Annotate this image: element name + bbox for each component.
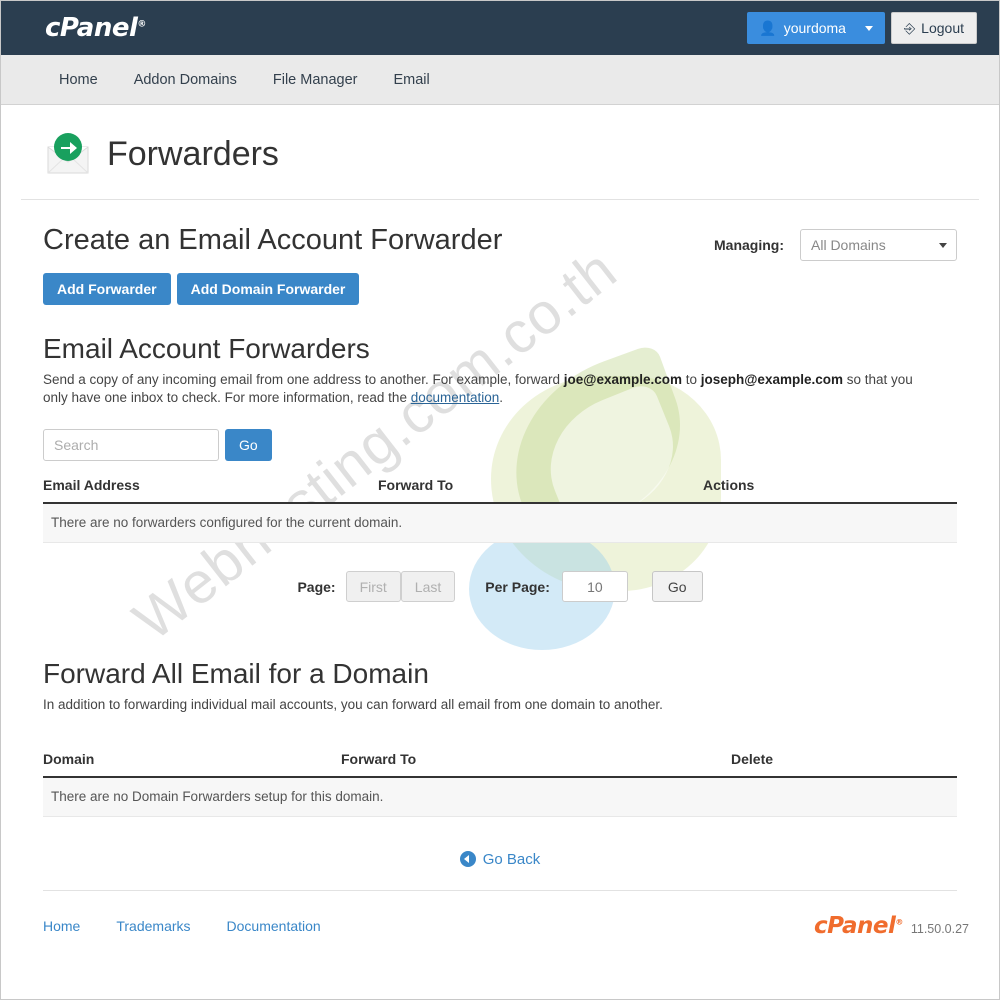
nav-item-email[interactable]: Email xyxy=(375,72,447,88)
email-account-forwarders-heading: Email Account Forwarders xyxy=(43,333,370,364)
example-email-to: joseph@example.com xyxy=(700,372,843,387)
user-menu-label: yourdoma xyxy=(783,20,846,36)
page-first-button[interactable]: First xyxy=(345,571,401,603)
search-go-button[interactable]: Go xyxy=(225,429,272,462)
registered-mark-icon: ® xyxy=(895,917,903,926)
per-page-go-button[interactable]: Go xyxy=(651,571,703,603)
desc-text-to: to xyxy=(682,372,701,387)
browser-page: Webhosting.com.co.th cPanel® 👤 yourdoma … xyxy=(0,0,1000,1000)
column-header-domain: Domain xyxy=(43,750,95,767)
nav-item-file-manager[interactable]: File Manager xyxy=(255,72,376,88)
footer-link-documentation[interactable]: Documentation xyxy=(227,918,321,934)
logout-label: Logout xyxy=(921,20,964,36)
pagination-controls: Page: First Last Per Page: Go xyxy=(21,543,979,603)
add-domain-forwarder-button[interactable]: Add Domain Forwarder xyxy=(176,273,360,305)
table-header-row: Domain Forward To Delete xyxy=(43,751,957,778)
header-actions: 👤 yourdoma ⎆ Logout xyxy=(747,12,977,44)
footer-link-trademarks[interactable]: Trademarks xyxy=(116,918,190,934)
desc-text-end: . xyxy=(499,390,504,406)
managing-group: Managing: All Domains xyxy=(714,229,957,261)
person-icon: 👤 xyxy=(759,19,777,36)
logout-button[interactable]: ⎆ Logout xyxy=(890,12,977,44)
column-header-delete: Delete xyxy=(731,750,774,767)
nav-item-home[interactable]: Home xyxy=(45,72,116,88)
cpanel-logo-text: cPanel xyxy=(45,13,138,43)
page-footer: Home Trademarks Documentation cPanel® 11… xyxy=(1,891,999,939)
search-input[interactable] xyxy=(43,429,219,462)
email-forwarders-empty-message: There are no forwarders configured for t… xyxy=(43,504,957,544)
forwarders-envelope-arrow-icon xyxy=(43,129,93,179)
domain-forwarders-empty-message: There are no Domain Forwarders setup for… xyxy=(43,777,957,817)
cpanel-logo[interactable]: cPanel® xyxy=(45,13,146,43)
go-back-link[interactable]: Go Back xyxy=(483,851,541,868)
documentation-link[interactable]: documentation xyxy=(411,390,500,405)
column-header-actions: Actions xyxy=(703,477,755,494)
column-header-email-address: Email Address xyxy=(43,477,140,494)
registered-mark-icon: ® xyxy=(137,19,146,30)
column-header-forward-to: Forward To xyxy=(341,750,417,767)
footer-branding: cPanel® 11.50.0.27 xyxy=(814,913,969,939)
footer-logo-text: cPanel xyxy=(813,912,896,939)
page-title-row: Forwarders xyxy=(21,105,979,200)
user-menu-button[interactable]: 👤 yourdoma xyxy=(747,12,885,44)
managing-label: Managing: xyxy=(714,237,784,253)
email-forwarders-table: Email Address Forward To Actions There a… xyxy=(21,461,979,544)
go-back-row: Go Back xyxy=(43,817,957,891)
chevron-down-icon xyxy=(939,242,947,248)
footer-link-home[interactable]: Home xyxy=(43,918,80,934)
desc-text-1: Send a copy of any incoming email from o… xyxy=(43,372,564,387)
page-last-button[interactable]: Last xyxy=(400,571,456,603)
footer-version: 11.50.0.27 xyxy=(910,921,969,936)
per-page-input[interactable] xyxy=(561,571,628,603)
main-navigation: Home Addon Domains File Manager Email xyxy=(1,55,999,105)
top-header: cPanel® 👤 yourdoma ⎆ Logout xyxy=(1,1,999,55)
chevron-down-icon xyxy=(864,25,873,31)
forwarder-search-row: Go xyxy=(21,407,979,462)
create-forwarder-section: Create an Email Account Forwarder Managi… xyxy=(21,200,979,261)
table-header-row: Email Address Forward To Actions xyxy=(43,477,957,505)
arrow-left-circle-icon xyxy=(459,851,476,868)
managing-domain-select[interactable]: All Domains xyxy=(800,229,957,261)
domain-forwarders-description: In addition to forwarding individual mai… xyxy=(43,697,663,713)
page-label: Page: xyxy=(297,578,336,595)
nav-item-addon-domains[interactable]: Addon Domains xyxy=(116,72,255,88)
managing-selected-value: All Domains xyxy=(811,237,886,253)
logout-icon: ⎆ xyxy=(903,19,916,36)
page-title: Forwarders xyxy=(107,134,279,173)
create-forwarder-heading: Create an Email Account Forwarder xyxy=(43,224,503,256)
add-forwarder-button[interactable]: Add Forwarder xyxy=(43,273,171,305)
email-account-forwarders-description: Send a copy of any incoming email from o… xyxy=(21,371,961,407)
column-header-forward-to: Forward To xyxy=(378,477,454,494)
page-content: Forwarders Create an Email Account Forwa… xyxy=(1,105,999,891)
per-page-label: Per Page: xyxy=(485,578,550,595)
domain-forwarders-heading: Forward All Email for a Domain xyxy=(43,658,429,690)
forwarder-action-buttons: Add Forwarder Add Domain Forwarder xyxy=(21,261,979,305)
domain-forwarders-table: Domain Forward To Delete There are no Do… xyxy=(21,715,979,817)
example-email-from: joe@example.com xyxy=(563,372,682,387)
